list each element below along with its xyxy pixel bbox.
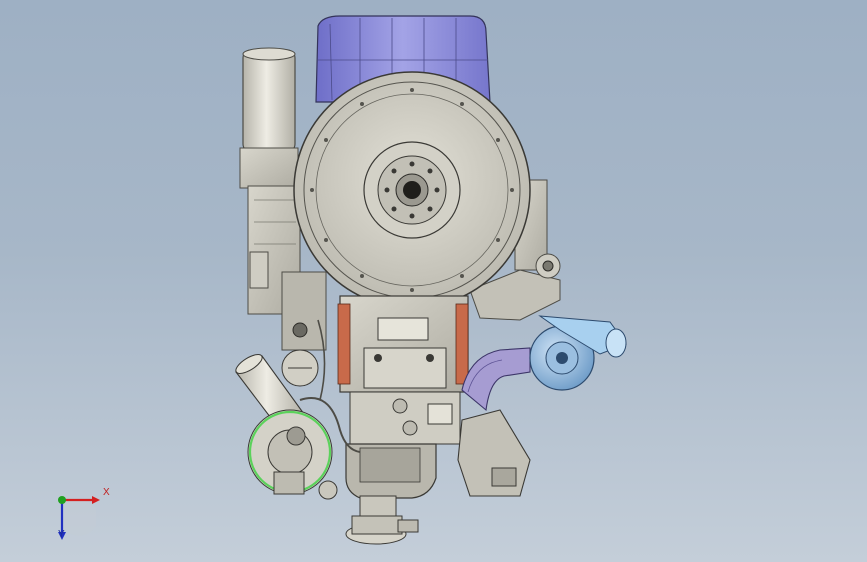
x-axis-label: X xyxy=(103,487,110,498)
y-axis-label: Y xyxy=(58,529,65,540)
graphics-viewport[interactable]: X Y xyxy=(0,0,867,562)
z-axis-dot xyxy=(58,496,66,504)
oil-pan-part[interactable] xyxy=(345,443,437,545)
manifold-pipe-part[interactable] xyxy=(461,347,531,412)
turbocharger-part[interactable] xyxy=(529,315,627,391)
flywheel-part[interactable] xyxy=(293,71,531,309)
crankcase-part[interactable] xyxy=(337,295,469,445)
water-pump-part[interactable] xyxy=(247,409,338,500)
right-housing-part[interactable] xyxy=(457,409,531,497)
engine-model[interactable] xyxy=(0,0,867,562)
oil-filter-part[interactable] xyxy=(239,47,299,189)
